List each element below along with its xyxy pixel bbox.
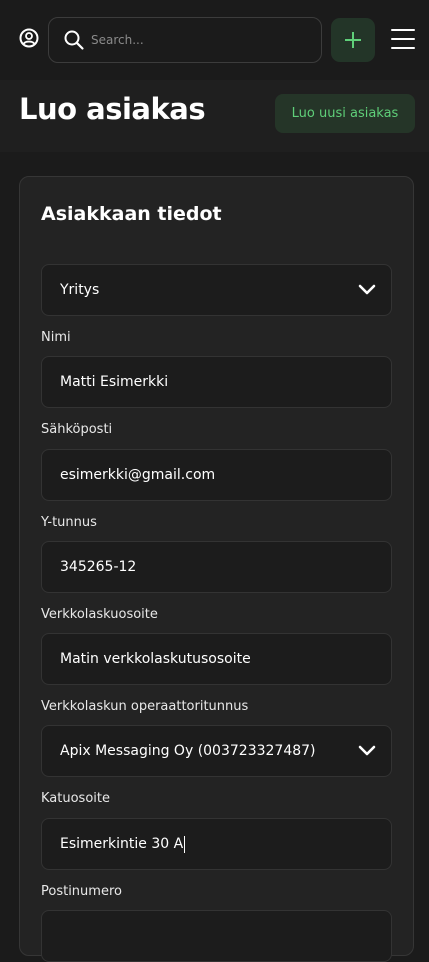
business-id-field[interactable]: 345265-12 bbox=[41, 541, 392, 593]
page-title: Luo asiakas bbox=[19, 92, 206, 126]
user-profile-icon[interactable] bbox=[18, 27, 40, 49]
operator-select[interactable]: Apix Messaging Oy (003723327487) bbox=[41, 725, 392, 777]
hamburger-menu-icon[interactable] bbox=[391, 27, 415, 51]
email-field[interactable]: esimerkki@gmail.com bbox=[41, 449, 392, 501]
customer-details-card: Asiakkaan tiedot Yritys Nimi Matti Esime… bbox=[19, 176, 414, 962]
customer-type-value: Yritys bbox=[60, 282, 100, 298]
name-label: Nimi bbox=[41, 330, 71, 345]
email-label: Sähköposti bbox=[41, 422, 113, 437]
email-value: esimerkki@gmail.com bbox=[60, 467, 216, 483]
street-field[interactable]: Esimerkintie 30 A bbox=[41, 818, 392, 870]
postal-code-label: Postinumero bbox=[41, 884, 122, 899]
business-id-value: 345265-12 bbox=[60, 559, 137, 575]
search-icon bbox=[61, 27, 87, 53]
einvoice-address-label: Verkkolaskuosoite bbox=[41, 607, 158, 622]
operator-value: Apix Messaging Oy (003723327487) bbox=[60, 743, 316, 759]
section-title: Asiakkaan tiedot bbox=[41, 203, 222, 225]
street-value: Esimerkintie 30 A bbox=[60, 836, 184, 852]
top-bar bbox=[0, 0, 429, 80]
add-button[interactable] bbox=[331, 18, 375, 62]
name-value: Matti Esimerkki bbox=[60, 374, 169, 390]
plus-icon bbox=[345, 32, 361, 48]
customer-type-select[interactable]: Yritys bbox=[41, 264, 392, 316]
einvoice-address-field[interactable]: Matin verkkolaskutusosoite bbox=[41, 633, 392, 685]
operator-label: Verkkolaskun operaattoritunnus bbox=[41, 699, 249, 714]
create-customer-button[interactable]: Luo uusi asiakas bbox=[275, 94, 415, 133]
chevron-down-icon bbox=[357, 280, 377, 300]
postal-code-field[interactable] bbox=[41, 910, 392, 962]
einvoice-address-value: Matin verkkolaskutusosoite bbox=[60, 651, 251, 667]
search-field[interactable] bbox=[48, 17, 322, 63]
name-field[interactable]: Matti Esimerkki bbox=[41, 356, 392, 408]
text-cursor bbox=[184, 835, 186, 853]
chevron-down-icon bbox=[357, 741, 377, 761]
business-id-label: Y-tunnus bbox=[41, 515, 97, 530]
street-label: Katuosoite bbox=[41, 791, 110, 806]
search-input[interactable] bbox=[91, 33, 291, 47]
